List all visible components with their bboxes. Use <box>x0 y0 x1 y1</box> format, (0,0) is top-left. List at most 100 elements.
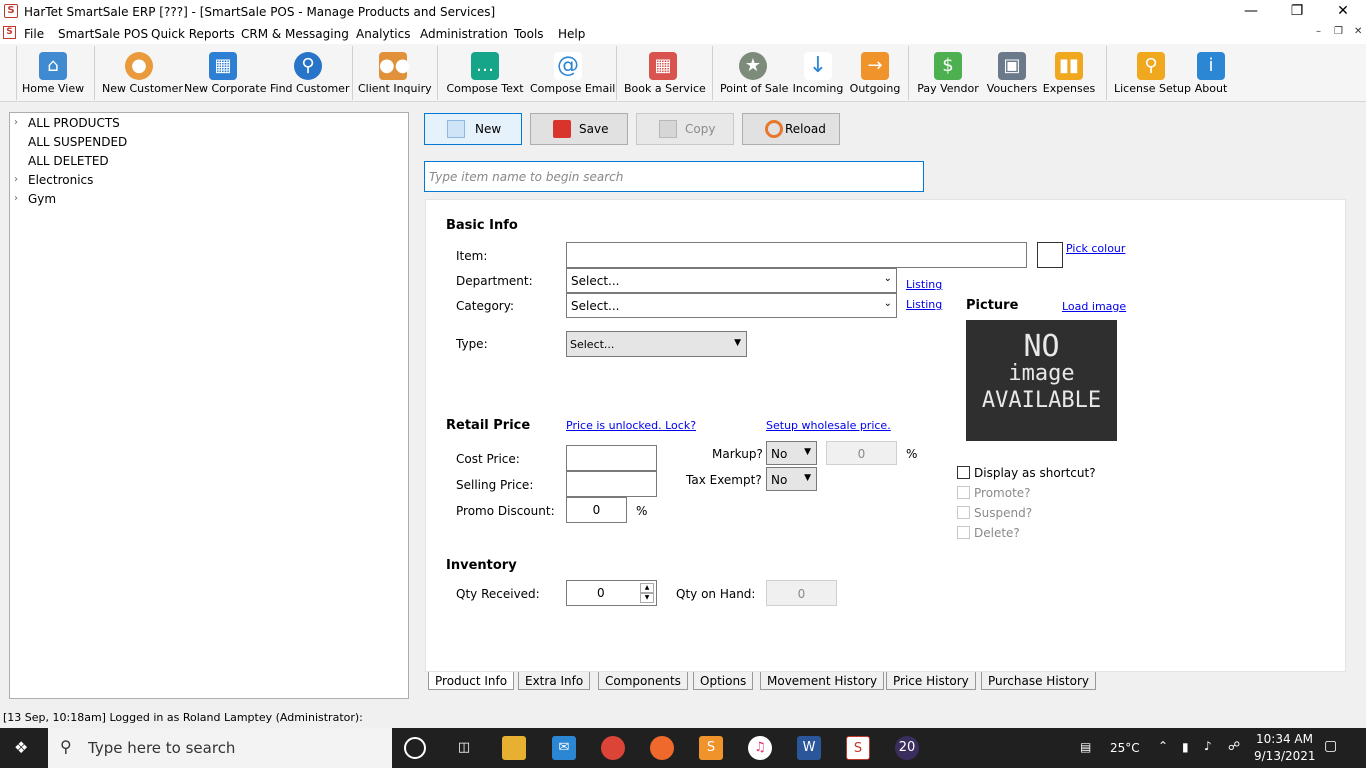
menu-quick-reports[interactable]: Quick Reports <box>151 27 235 41</box>
tree-item-gym[interactable]: Gym <box>28 192 56 206</box>
cortana-icon[interactable] <box>404 737 426 759</box>
temperature-label[interactable]: 25°C <box>1110 741 1140 755</box>
pay-vendor-button[interactable]: $ Pay Vendor <box>916 48 980 100</box>
markup-amount-field[interactable]: 0 <box>826 441 897 465</box>
basic-info-heading: Basic Info <box>446 218 518 233</box>
minimize-button[interactable]: — <box>1228 0 1274 24</box>
license-setup-button[interactable]: ⚲ License Setup <box>1114 48 1191 100</box>
expenses-button[interactable]: ▮▮ Expenses <box>1042 48 1096 100</box>
close-button[interactable]: ✕ <box>1320 0 1366 24</box>
outgoing-button[interactable]: → Outgoing <box>848 48 902 100</box>
display-shortcut-checkbox[interactable] <box>957 466 970 479</box>
type-select[interactable]: Select... ▼ <box>566 331 747 357</box>
menu-administration[interactable]: Administration <box>420 27 508 41</box>
pick-colour-link[interactable]: Pick colour <box>1066 242 1125 255</box>
department-select[interactable]: Select... ⌄ <box>566 268 897 293</box>
point-of-sale-button[interactable]: ★ Point of Sale <box>720 48 788 100</box>
vouchers-button[interactable]: ▣ Vouchers <box>984 48 1040 100</box>
increment-arrow-icon[interactable]: ▲ <box>640 583 654 593</box>
expand-chevron-icon[interactable]: › <box>14 117 18 128</box>
menu-file[interactable]: File <box>24 27 44 41</box>
copy-button[interactable]: Copy <box>636 113 734 145</box>
cost-price-label: Cost Price: <box>456 452 520 466</box>
menu-tools[interactable]: Tools <box>514 27 544 41</box>
home-view-button[interactable]: ⌂ Home View <box>22 48 84 100</box>
save-button[interactable]: Save <box>530 113 628 145</box>
mdi-app-icon: S <box>3 26 16 39</box>
app-badge-icon[interactable]: 20 <box>895 736 919 760</box>
windows-start-icon[interactable]: ❖ <box>14 739 32 757</box>
menu-analytics[interactable]: Analytics <box>356 27 411 41</box>
tab-price-history[interactable]: Price History <box>886 672 976 690</box>
clock-date[interactable]: 9/13/2021 <box>1254 749 1316 763</box>
qty-received-stepper[interactable]: 0 ▲ ▼ <box>566 580 657 606</box>
colour-swatch[interactable] <box>1037 242 1063 268</box>
chevron-up-icon[interactable]: ⌃ <box>1158 739 1168 753</box>
battery-icon[interactable]: ▮ <box>1182 740 1189 754</box>
selling-price-field[interactable] <box>566 471 657 497</box>
compose-text-button[interactable]: … Compose Text <box>446 48 524 100</box>
mail-icon[interactable]: ✉ <box>552 736 576 760</box>
find-customer-button[interactable]: ⚲ Find Customer <box>270 48 349 100</box>
decrement-arrow-icon[interactable]: ▼ <box>640 593 654 603</box>
maximize-button[interactable]: ❐ <box>1274 0 1320 24</box>
tax-exempt-select[interactable]: No ▼ <box>766 467 817 491</box>
mdi-restore-button[interactable]: ❐ <box>1334 26 1343 37</box>
cost-price-field[interactable] <box>566 445 657 471</box>
expand-chevron-icon[interactable]: › <box>14 193 18 204</box>
firefox-icon[interactable] <box>650 736 674 760</box>
load-image-link[interactable]: Load image <box>1062 300 1126 313</box>
expand-chevron-icon[interactable]: › <box>14 174 18 185</box>
promote-checkbox[interactable] <box>957 486 970 499</box>
compose-email-button[interactable]: @ Compose Email <box>530 48 615 100</box>
tab-options[interactable]: Options <box>693 672 754 690</box>
markup-select[interactable]: No ▼ <box>766 441 817 465</box>
menu-smartsale-pos[interactable]: SmartSale POS <box>58 27 148 41</box>
menu-help[interactable]: Help <box>558 27 585 41</box>
category-select[interactable]: Select... ⌄ <box>566 293 897 318</box>
word-icon[interactable]: W <box>797 736 821 760</box>
price-lock-link[interactable]: Price is unlocked. Lock? <box>566 419 696 432</box>
sublime-icon[interactable]: S <box>699 736 723 760</box>
client-inquiry-button[interactable]: ●● Client Inquiry <box>358 48 432 100</box>
new-customer-button[interactable]: ● New Customer <box>102 48 183 100</box>
taskbar-search[interactable]: ⚲ Type here to search <box>48 728 392 768</box>
mdi-minimize-button[interactable]: – <box>1316 26 1321 37</box>
chrome-icon[interactable] <box>601 736 625 760</box>
network-icon[interactable]: ☍ <box>1228 739 1240 753</box>
clock-time[interactable]: 10:34 AM <box>1256 732 1313 746</box>
file-explorer-icon[interactable] <box>502 736 526 760</box>
item-name-field[interactable] <box>566 242 1027 268</box>
task-view-icon[interactable]: ◫ <box>452 736 476 760</box>
weather-icon[interactable]: ▤ <box>1080 740 1091 754</box>
book-a-service-button[interactable]: ▦ Book a Service <box>624 48 706 100</box>
menu-crm-messaging[interactable]: CRM & Messaging <box>241 27 349 41</box>
search-input[interactable]: Type item name to begin search <box>424 161 924 192</box>
new-button[interactable]: New <box>424 113 522 145</box>
suspend-checkbox[interactable] <box>957 506 970 519</box>
toolbar-separator <box>908 46 909 100</box>
tab-movement-history[interactable]: Movement History <box>760 672 885 690</box>
mdi-close-button[interactable]: ✕ <box>1354 26 1362 37</box>
volume-icon[interactable]: ♪ <box>1204 739 1212 753</box>
department-listing-link[interactable]: Listing <box>906 278 942 291</box>
new-corporate-button[interactable]: ▦ New Corporate <box>184 48 266 100</box>
tree-item-all-suspended[interactable]: ALL SUSPENDED <box>28 135 127 149</box>
tab-product-info[interactable]: Product Info <box>428 672 515 690</box>
delete-checkbox[interactable] <box>957 526 970 539</box>
tree-item-all-deleted[interactable]: ALL DELETED <box>28 154 109 168</box>
smartsale-taskbar-icon[interactable]: S <box>846 736 870 760</box>
promo-discount-field[interactable]: 0 <box>566 497 627 523</box>
itunes-icon[interactable]: ♫ <box>748 736 772 760</box>
tab-extra-info[interactable]: Extra Info <box>518 672 591 690</box>
tree-item-all-products[interactable]: ALL PRODUCTS <box>28 116 120 130</box>
tab-purchase-history[interactable]: Purchase History <box>981 672 1096 690</box>
tab-components[interactable]: Components <box>598 672 688 690</box>
about-button[interactable]: i About <box>1192 48 1230 100</box>
wholesale-price-link[interactable]: Setup wholesale price. <box>766 419 891 432</box>
reload-button[interactable]: Reload <box>742 113 840 145</box>
category-listing-link[interactable]: Listing <box>906 298 942 311</box>
incoming-button[interactable]: ↓ Incoming <box>792 48 844 100</box>
notifications-icon[interactable]: ▢ <box>1324 738 1337 754</box>
tree-item-electronics[interactable]: Electronics <box>28 173 93 187</box>
